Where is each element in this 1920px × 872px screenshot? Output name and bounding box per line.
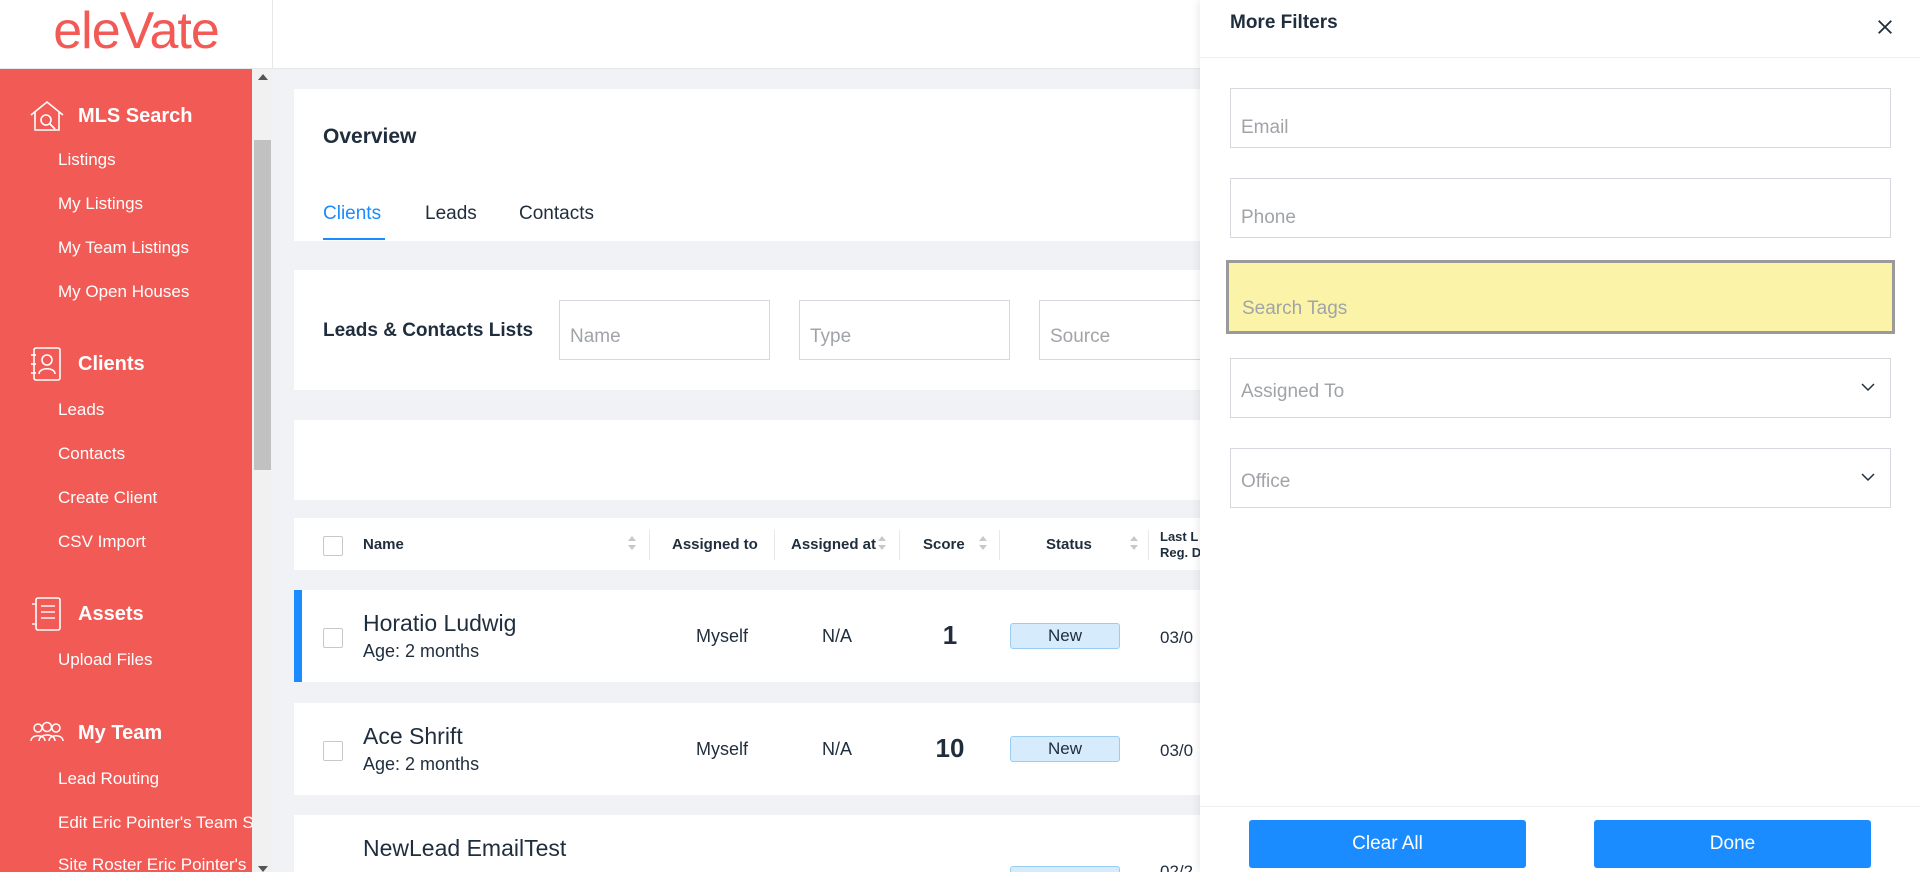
done-button[interactable]: Done — [1594, 820, 1871, 868]
client-name[interactable]: NewLead EmailTest — [363, 835, 566, 862]
tab-leads[interactable]: Leads — [425, 203, 477, 225]
assigned-to-select[interactable]: Assigned To — [1230, 358, 1891, 418]
sidebar-item-edit-team[interactable]: Edit Eric Pointer's Team S — [58, 813, 252, 833]
column-divider — [649, 530, 650, 560]
office-select[interactable]: Office — [1230, 448, 1891, 508]
sort-name-icon[interactable] — [628, 536, 636, 552]
chevron-down-icon — [1861, 473, 1875, 482]
sidebar-item-listings[interactable]: Listings — [58, 150, 116, 170]
office-label: Office — [1241, 471, 1291, 492]
sidebar-item-lead-routing[interactable]: Lead Routing — [58, 769, 159, 789]
assigned-to-cell: Myself — [695, 739, 748, 759]
sidebar: MLS Search Listings My Listings My Team … — [0, 69, 252, 872]
house-search-icon — [30, 100, 64, 131]
document-icon — [32, 597, 61, 631]
date-cell: 03/0 — [1160, 741, 1194, 760]
score-cell: 1 — [942, 620, 958, 650]
assigned-to-label: Assigned To — [1241, 381, 1345, 402]
name-filter-input[interactable] — [559, 300, 770, 360]
panel-title: More Filters — [1230, 12, 1338, 33]
sidebar-item-leads[interactable]: Leads — [58, 400, 104, 420]
column-header-last-line2[interactable]: Reg. D — [1160, 545, 1201, 560]
assigned-at-cell: N/A — [821, 739, 852, 759]
sidebar-item-upload-files[interactable]: Upload Files — [58, 650, 153, 670]
chevron-down-icon — [1861, 383, 1875, 392]
column-header-assigned-to[interactable]: Assigned to — [672, 536, 758, 553]
sidebar-scroll-thumb[interactable] — [254, 140, 271, 470]
client-age: Age: 2 months — [363, 641, 480, 661]
column-divider — [774, 530, 775, 560]
lists-label: Leads & Contacts Lists — [323, 320, 534, 341]
date-cell: 02/2 — [1160, 862, 1194, 872]
contact-card-icon — [31, 347, 61, 381]
tab-contacts[interactable]: Contacts — [519, 203, 594, 225]
score-cell: 10 — [935, 733, 965, 763]
date-cell: 03/0 — [1160, 628, 1194, 647]
select-all-checkbox[interactable] — [323, 536, 343, 556]
client-name[interactable]: Ace Shrift — [363, 723, 463, 750]
row-checkbox[interactable] — [323, 628, 343, 648]
status-badge: New — [1010, 623, 1120, 649]
footer-divider — [1200, 806, 1920, 807]
column-header-status[interactable]: Status — [1046, 536, 1092, 553]
sidebar-item-create-client[interactable]: Create Client — [58, 488, 157, 508]
search-tags-input[interactable] — [1226, 260, 1895, 334]
sidebar-section-my-team[interactable]: My Team — [28, 714, 162, 752]
column-header-assigned-at[interactable]: Assigned at — [791, 536, 876, 553]
sidebar-item-my-listings[interactable]: My Listings — [58, 194, 143, 214]
row-checkbox[interactable] — [323, 741, 343, 761]
panel-divider — [1200, 57, 1920, 58]
status-badge-partial — [1010, 866, 1120, 872]
elevate-logo: eleVate — [53, 1, 220, 60]
phone-field[interactable] — [1230, 178, 1891, 238]
sidebar-item-my-team-listings[interactable]: My Team Listings — [58, 238, 189, 258]
type-filter-input[interactable] — [799, 300, 1010, 360]
sidebar-item-my-open-houses[interactable]: My Open Houses — [58, 282, 189, 302]
assigned-at-cell: N/A — [821, 626, 852, 646]
sidebar-item-csv-import[interactable]: CSV Import — [58, 532, 146, 552]
logo-container[interactable]: eleVate — [0, 0, 273, 69]
client-age: Age: 2 months — [363, 754, 480, 774]
column-header-score[interactable]: Score — [923, 536, 965, 553]
client-name[interactable]: Horatio Ludwig — [363, 610, 516, 637]
team-icon — [30, 721, 64, 742]
sidebar-section-clients[interactable]: Clients — [28, 345, 145, 383]
sort-score-icon[interactable] — [979, 536, 987, 552]
column-divider — [899, 530, 900, 560]
assigned-to-cell: Myself — [695, 626, 748, 646]
selected-row-indicator — [294, 590, 302, 682]
close-icon — [1878, 20, 1892, 34]
sort-status-icon[interactable] — [1130, 536, 1138, 552]
sidebar-item-contacts[interactable]: Contacts — [58, 444, 125, 464]
column-divider — [1148, 530, 1149, 560]
sidebar-section-assets[interactable]: Assets — [28, 595, 144, 633]
tab-clients[interactable]: Clients — [323, 203, 381, 225]
sidebar-section-mls-search[interactable]: MLS Search — [28, 97, 192, 135]
scroll-up-arrow-icon[interactable] — [258, 74, 268, 80]
sort-assigned-at-icon[interactable] — [878, 536, 886, 552]
column-divider — [999, 530, 1000, 560]
column-header-last-line1[interactable]: Last L — [1160, 529, 1198, 544]
sidebar-item-site-roster[interactable]: Site Roster Eric Pointer's — [58, 855, 246, 872]
column-header-name[interactable]: Name — [363, 536, 404, 553]
clear-all-button[interactable]: Clear All — [1249, 820, 1526, 868]
toolbar-card — [294, 420, 1214, 500]
scroll-down-arrow-icon[interactable] — [258, 866, 268, 872]
email-field[interactable] — [1230, 88, 1891, 148]
close-button[interactable] — [1876, 14, 1896, 38]
status-badge: New — [1010, 736, 1120, 762]
active-tab-indicator — [323, 238, 385, 240]
page-title: Overview — [323, 125, 417, 148]
